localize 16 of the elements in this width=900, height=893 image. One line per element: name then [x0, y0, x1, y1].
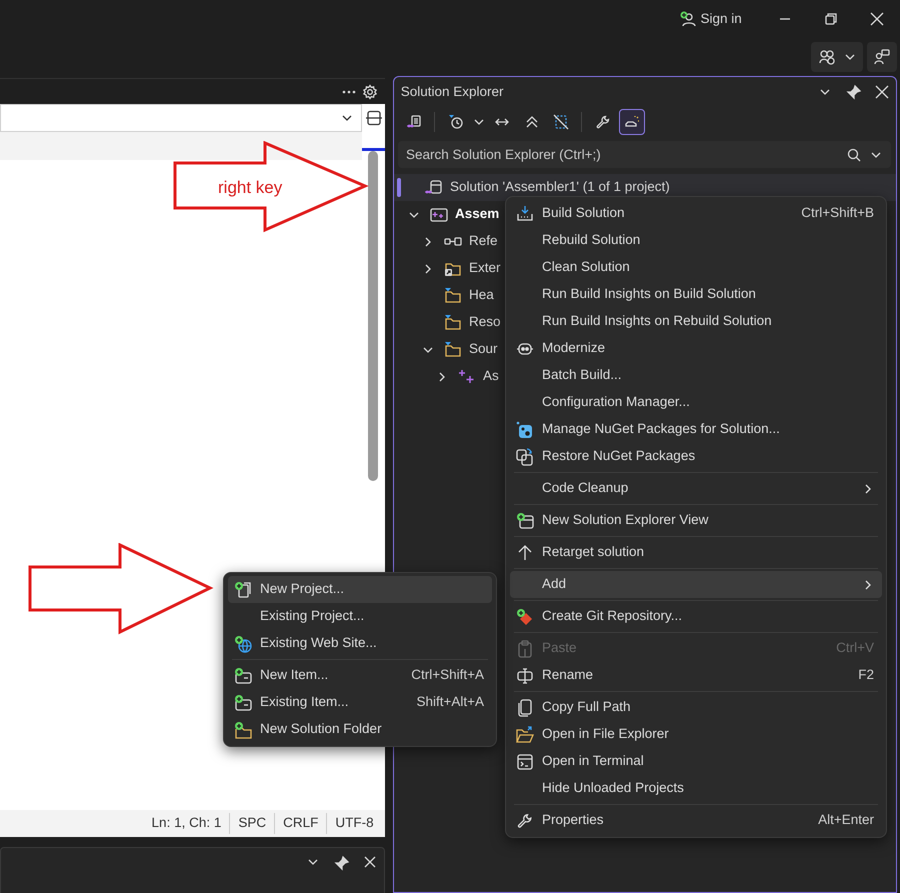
tree-label: Sour: [469, 340, 498, 358]
shortcut-text: Ctrl+Shift+B: [801, 204, 874, 222]
shortcut-text: Shift+Alt+A: [416, 693, 484, 712]
shortcut-text: Ctrl+Shift+A: [411, 666, 484, 684]
annotation-label: right key: [218, 177, 282, 199]
tree-label: As: [483, 367, 499, 386]
tree-label: Refe: [469, 232, 498, 250]
tree-label: Reso: [469, 313, 501, 332]
shortcut-text: Alt+Enter: [818, 811, 874, 830]
shortcut-text: F2: [858, 666, 874, 684]
tree-label: Solution 'Assembler1' (1 of 1 project): [450, 178, 670, 196]
shortcut-text: Ctrl+V: [836, 639, 874, 658]
tree-label: Exter: [469, 259, 501, 278]
tree-label: Assem: [455, 205, 500, 224]
panel-title: Solution Explorer: [400, 82, 505, 101]
tree-label: Hea: [469, 286, 494, 304]
